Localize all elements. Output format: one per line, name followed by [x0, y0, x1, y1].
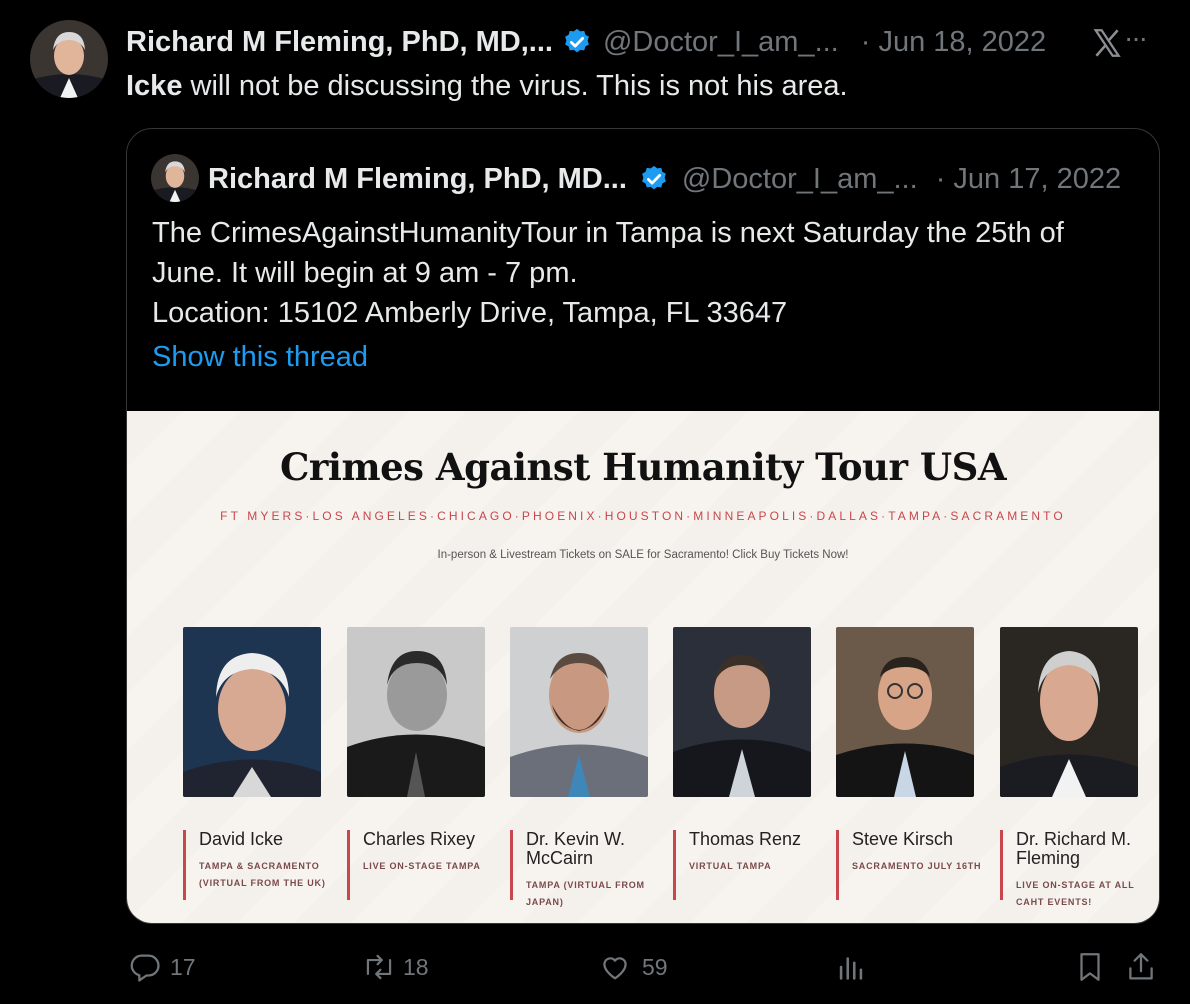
like-icon [598, 950, 632, 984]
like-button[interactable]: 59 [598, 950, 668, 984]
speaker-card [183, 627, 321, 797]
speaker-card [1000, 627, 1138, 797]
tweet-text-mention[interactable]: Icke [126, 70, 182, 102]
speaker-photo [836, 627, 974, 797]
speaker-info: Charles Rixey LIVE ON-STAGE TAMPA [347, 830, 503, 900]
speaker-card [510, 627, 648, 797]
analytics-icon [834, 950, 868, 984]
share-icon [1124, 950, 1158, 984]
quoted-author-avatar [151, 154, 199, 202]
action-bar: 17 18 59 [0, 950, 1190, 990]
retweet-button[interactable]: 18 [361, 950, 429, 984]
speaker-name: Charles Rixey [363, 829, 476, 849]
retweet-icon [361, 950, 397, 984]
speaker-name: Steve Kirsch [852, 829, 954, 849]
reply-button[interactable]: 17 [128, 950, 196, 984]
tweet-header: Richard M Fleming, PhD, MD,... @Doctor_I… [126, 24, 1046, 60]
quoted-author-handle: @Doctor_I_am_... [681, 162, 918, 195]
speaker-photo [347, 627, 485, 797]
speaker-info: Thomas Renz VIRTUAL TAMPA [673, 830, 829, 900]
speaker-photo [1000, 627, 1138, 797]
author-handle[interactable]: @Doctor_I_am_... [603, 26, 839, 59]
author-name[interactable]: Richard M Fleming, PhD, MD,... [126, 26, 553, 59]
quoted-author-name: Richard M Fleming, PhD, MD... [208, 162, 627, 195]
show-thread-link[interactable]: Show this thread [152, 341, 368, 374]
speaker-card [347, 627, 485, 797]
quoted-text-line2: Location: 15102 Amberly Drive, Tampa, FL… [152, 297, 788, 329]
bookmark-button[interactable] [1074, 950, 1106, 984]
speaker-name: David Icke [199, 829, 284, 849]
speaker-role: LIVE ON-STAGE AT ALL CAHT EVENTS! [1016, 880, 1135, 907]
like-count: 59 [642, 953, 668, 980]
speaker-info: Dr. Kevin W. McCairn TAMPA (VIRTUAL FROM… [510, 829, 666, 907]
author-avatar[interactable] [30, 20, 108, 98]
speaker-role: LIVE ON-STAGE TAMPA [363, 861, 481, 871]
speaker-info: Steve Kirsch SACRAMENTO JULY 16TH [836, 830, 992, 900]
media-cities: FT MYERS·LOS ANGELES·CHICAGO·PHOENIX·HOU… [220, 509, 1066, 523]
quoted-media-image[interactable]: Crimes Against Humanity Tour USA FT MYER… [127, 411, 1159, 923]
quoted-tweet[interactable]: Richard M Fleming, PhD, MD... @Doctor_I_… [126, 128, 1160, 924]
reply-icon [128, 950, 162, 984]
speaker-info: David Icke TAMPA & SACRAMENTO (VIRTUAL F… [183, 830, 339, 900]
verified-badge-icon [562, 27, 592, 57]
quoted-text-line1: The CrimesAgainstHumanityTour in Tampa i… [152, 217, 1064, 289]
verified-badge-icon [639, 164, 669, 194]
speaker-card [836, 627, 974, 797]
bookmark-icon [1074, 950, 1106, 984]
speaker-role: VIRTUAL TAMPA [689, 861, 772, 871]
analytics-button[interactable] [834, 950, 868, 984]
speaker-info: Dr. Richard M. Fleming LIVE ON-STAGE AT … [1000, 829, 1156, 907]
quoted-date: · Jun 17, 2022 [935, 162, 1122, 195]
reply-count: 17 [170, 953, 196, 980]
speaker-role: SACRAMENTO JULY 16TH [852, 861, 982, 871]
speaker-role: TAMPA (VIRTUAL FROM JAPAN) [526, 880, 645, 907]
speaker-photo [183, 627, 321, 797]
tweet-date[interactable]: · Jun 18, 2022 [861, 26, 1046, 59]
speaker-photo [673, 627, 811, 797]
tweet-text: Icke will not be discussing the virus. T… [126, 68, 848, 104]
tweet-text-body: will not be discussing the virus. This i… [182, 70, 848, 102]
more-icon[interactable]: ··· [1124, 22, 1148, 54]
speaker-photo [510, 627, 648, 797]
speaker-name: Dr. Richard M. Fleming [1016, 829, 1132, 868]
media-subtitle: In-person & Livestream Tickets on SALE f… [437, 549, 849, 561]
media-title: Crimes Against Humanity Tour USA [279, 445, 1007, 489]
speaker-card [673, 627, 811, 797]
x-logo-icon [1090, 26, 1124, 60]
quoted-header: Richard M Fleming, PhD, MD... @Doctor_I_… [208, 161, 1121, 197]
speaker-name: Thomas Renz [689, 829, 802, 849]
speaker-name: Dr. Kevin W. McCairn [526, 829, 626, 868]
speaker-role: TAMPA & SACRAMENTO (VIRTUAL FROM THE UK) [199, 861, 326, 888]
quoted-text: The CrimesAgainstHumanityTour in Tampa i… [152, 213, 1142, 333]
share-button[interactable] [1124, 950, 1158, 984]
retweet-count: 18 [403, 953, 429, 980]
